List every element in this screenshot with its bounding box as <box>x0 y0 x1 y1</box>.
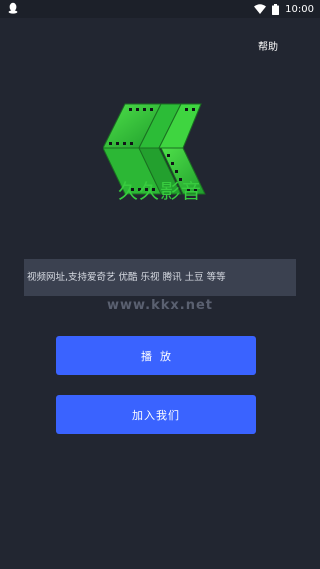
video-url-input[interactable] <box>24 259 296 296</box>
watermark: www.kkx.net <box>106 298 214 313</box>
battery-icon <box>272 3 280 15</box>
status-bar: 10:00 <box>0 0 320 18</box>
play-button[interactable]: 播放 <box>56 336 256 375</box>
status-left <box>8 2 18 17</box>
app-name: 久久影音 <box>118 179 202 203</box>
help-link[interactable]: 帮助 <box>258 38 278 53</box>
status-right: 10:00 <box>254 3 314 15</box>
status-time: 10:00 <box>285 3 314 15</box>
join-us-button[interactable]: 加入我们 <box>56 395 256 434</box>
qq-icon <box>8 2 18 17</box>
wifi-icon <box>254 4 267 14</box>
